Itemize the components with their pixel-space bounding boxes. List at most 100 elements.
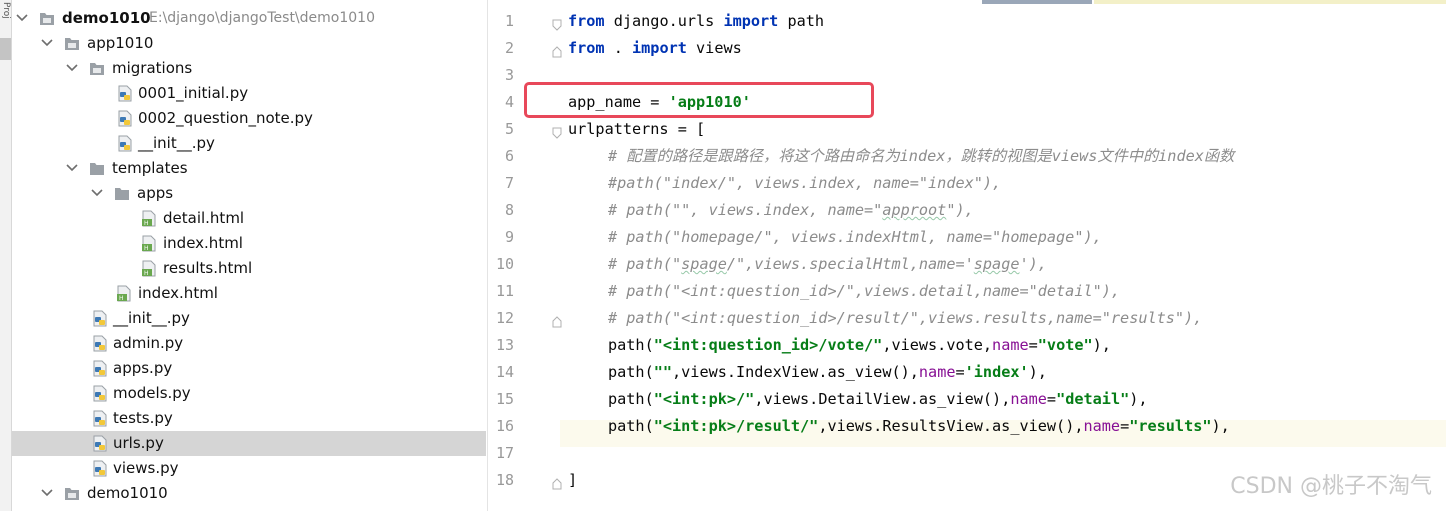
line-number: 12 bbox=[495, 309, 514, 327]
line-number: 6 bbox=[504, 147, 514, 165]
project-path-label: E:\django\djangoTest\demo1010 bbox=[149, 10, 375, 26]
html-file-icon: H bbox=[141, 210, 157, 227]
code-text: from . import views bbox=[568, 39, 742, 57]
chevron-down-icon[interactable] bbox=[89, 185, 105, 201]
line-number: 17 bbox=[495, 444, 514, 462]
folder-icon bbox=[114, 185, 130, 202]
code-comment: # path("", views.index, name="approot"), bbox=[608, 201, 974, 219]
tree-item-folder[interactable]: demo1010 bbox=[12, 481, 486, 506]
folder-icon bbox=[64, 485, 80, 502]
tree-item-file[interactable]: H results.html bbox=[12, 256, 486, 281]
code-comment: #path("index/", views.index, name="index… bbox=[608, 174, 1002, 192]
folder-icon bbox=[89, 60, 105, 77]
code-line[interactable]: # path("<int:question_id>/result/",views… bbox=[560, 305, 1446, 332]
line-number: 11 bbox=[495, 282, 514, 300]
line-number: 5 bbox=[504, 120, 514, 138]
html-file-icon: H bbox=[141, 235, 157, 252]
tree-item-file[interactable]: 0002_question_note.py bbox=[12, 106, 486, 131]
tree-item-file[interactable]: admin.py bbox=[12, 331, 486, 356]
tree-item-file[interactable]: tests.py bbox=[12, 406, 486, 431]
code-line-current[interactable]: path("<int:pk>/result/",views.ResultsVie… bbox=[560, 413, 1446, 440]
code-line[interactable]: # path("", views.index, name="approot"), bbox=[560, 197, 1446, 224]
code-line[interactable]: path("<int:pk>/",views.DetailView.as_vie… bbox=[560, 386, 1446, 413]
code-editor[interactable]: 1 2 3 4 5 6 7 8 9 10 11 12 13 14 15 16 1… bbox=[487, 0, 1446, 511]
editor-tab-indicator bbox=[982, 0, 1092, 4]
tree-item-file[interactable]: H index.html bbox=[12, 231, 486, 256]
tree-item-folder[interactable]: migrations bbox=[12, 56, 486, 81]
line-number: 7 bbox=[504, 174, 514, 192]
tree-item-file-selected[interactable]: urls.py bbox=[12, 431, 486, 456]
tree-item-label: results.html bbox=[163, 259, 253, 277]
tree-item-label: admin.py bbox=[113, 334, 184, 352]
code-line[interactable]: urlpatterns = [ bbox=[560, 116, 1446, 143]
tree-item-file[interactable]: H detail.html bbox=[12, 206, 486, 231]
tree-item-file[interactable]: models.py bbox=[12, 381, 486, 406]
python-file-icon bbox=[92, 435, 108, 452]
tree-item-label: index.html bbox=[138, 284, 218, 302]
code-text: urlpatterns = [ bbox=[568, 120, 706, 138]
python-file-icon bbox=[117, 135, 133, 152]
tree-item-label: app1010 bbox=[87, 34, 154, 52]
tree-item-file[interactable]: __init__.py bbox=[12, 306, 486, 331]
line-number: 2 bbox=[504, 39, 514, 57]
code-line[interactable]: # path("spage/",views.specialHtml,name='… bbox=[560, 251, 1446, 278]
html-file-icon: H bbox=[141, 260, 157, 277]
line-number: 18 bbox=[495, 471, 514, 489]
python-file-icon bbox=[92, 385, 108, 402]
project-tool-button[interactable]: Proj bbox=[0, 2, 11, 19]
code-line[interactable]: #path("index/", views.index, name="index… bbox=[560, 170, 1446, 197]
code-line[interactable]: path("",views.IndexView.as_view(),name='… bbox=[560, 359, 1446, 386]
code-text: path("",views.IndexView.as_view(),name='… bbox=[608, 363, 1047, 381]
code-line[interactable]: from . import views bbox=[560, 35, 1446, 62]
tree-item-folder[interactable]: apps bbox=[12, 181, 486, 206]
code-line[interactable]: # path("homepage/", views.indexHtml, nam… bbox=[560, 224, 1446, 251]
line-number: 4 bbox=[504, 93, 514, 111]
tree-item-file[interactable]: apps.py bbox=[12, 356, 486, 381]
python-file-icon bbox=[117, 110, 133, 127]
tree-item-folder[interactable]: app1010 bbox=[12, 31, 486, 56]
tree-item-file[interactable]: 0001_initial.py bbox=[12, 81, 486, 106]
code-text: from django.urls import path bbox=[568, 12, 825, 30]
line-number: 13 bbox=[495, 336, 514, 354]
chevron-down-icon[interactable] bbox=[64, 160, 80, 176]
folder-icon bbox=[89, 160, 105, 177]
tree-item-folder[interactable]: templates bbox=[12, 156, 486, 181]
chevron-down-icon[interactable] bbox=[39, 485, 55, 501]
line-number: 8 bbox=[504, 201, 514, 219]
tree-item-label: __init__.py bbox=[113, 309, 190, 327]
code-line[interactable]: from django.urls import path bbox=[560, 8, 1446, 35]
code-text: path("<int:pk>/result/",views.ResultsVie… bbox=[608, 417, 1230, 435]
code-line[interactable]: # 配置的路径是跟路径，将这个路由命名为index，跳转的视图是views文件中… bbox=[560, 143, 1446, 170]
project-tree: demo1010 E:\django\djangoTest\demo1010 a… bbox=[12, 0, 486, 511]
tree-item-label: __init__.py bbox=[138, 134, 215, 152]
chevron-down-icon[interactable] bbox=[14, 10, 30, 26]
tree-item-project-root[interactable]: demo1010 E:\django\djangoTest\demo1010 bbox=[12, 6, 486, 31]
python-file-icon bbox=[92, 460, 108, 477]
tree-item-label: apps bbox=[137, 184, 174, 202]
code-text: ] bbox=[568, 471, 578, 489]
chevron-down-icon[interactable] bbox=[64, 60, 80, 76]
annotation-highlight-box bbox=[524, 82, 874, 118]
code-comment: # path("homepage/", views.indexHtml, nam… bbox=[608, 228, 1102, 246]
tree-item-file[interactable]: views.py bbox=[12, 456, 486, 481]
svg-text:H: H bbox=[144, 270, 149, 277]
code-line[interactable]: path("<int:question_id>/vote/",views.vot… bbox=[560, 332, 1446, 359]
python-file-icon bbox=[92, 335, 108, 352]
tree-item-label: demo1010 bbox=[62, 9, 151, 27]
python-file-icon bbox=[92, 410, 108, 427]
line-number: 3 bbox=[504, 66, 514, 84]
watermark: CSDN @桃子不淘气 bbox=[1230, 474, 1432, 499]
tree-item-file[interactable]: H index.html bbox=[12, 281, 486, 306]
chevron-down-icon[interactable] bbox=[39, 35, 55, 51]
tree-item-label: 0002_question_note.py bbox=[138, 109, 313, 127]
svg-text:H: H bbox=[144, 245, 149, 252]
tree-item-label: tests.py bbox=[113, 409, 173, 427]
tree-item-label: detail.html bbox=[163, 209, 245, 227]
line-number: 10 bbox=[495, 255, 514, 273]
code-line[interactable]: # path("<int:question_id>/",views.detail… bbox=[560, 278, 1446, 305]
tool-window-strip: Proj bbox=[0, 0, 12, 511]
tree-item-label: 0001_initial.py bbox=[138, 84, 249, 102]
tree-item-label: views.py bbox=[113, 459, 179, 477]
tree-item-label: models.py bbox=[113, 384, 191, 402]
tree-item-file[interactable]: __init__.py bbox=[12, 131, 486, 156]
